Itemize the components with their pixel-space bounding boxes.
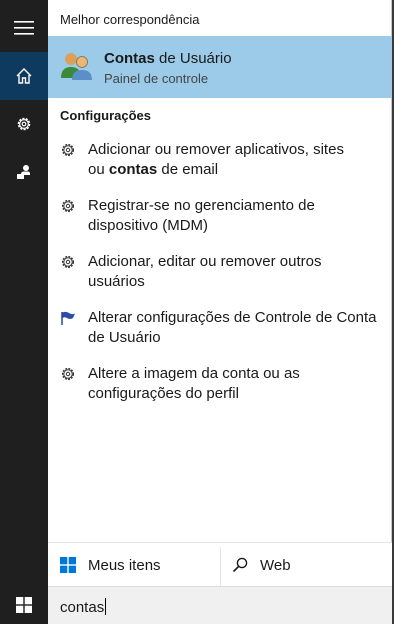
start-button[interactable] — [0, 586, 48, 624]
windows-logo-icon — [16, 597, 32, 613]
search-results-panel: Melhor correspondência Contas de Usuário… — [48, 0, 392, 586]
text-caret — [105, 598, 107, 615]
search-scope-tabs: Meus itens Web — [48, 542, 392, 587]
result-line-1: Adicionar ou remover aplicativos, sites — [88, 141, 344, 158]
web-label: Web — [260, 556, 291, 574]
settings-header: Configurações — [60, 108, 152, 123]
best-match-title: Contas de Usuário — [104, 50, 232, 67]
home-button[interactable] — [0, 52, 48, 100]
search-input-value: contas — [60, 598, 107, 616]
my-items-tab[interactable]: Meus itens — [60, 543, 161, 587]
home-icon — [16, 68, 32, 84]
feedback-icon — [17, 165, 30, 179]
search-icon — [232, 557, 248, 573]
left-rail — [0, 0, 48, 624]
settings-result-item[interactable]: Altere a imagem da conta ou as configura… — [48, 364, 392, 408]
best-match-result[interactable]: Contas de Usuário Painel de controle — [48, 36, 392, 98]
gear-icon — [61, 367, 75, 381]
result-line-2: de Usuário — [88, 329, 161, 346]
tab-divider — [220, 547, 221, 587]
flag-icon — [61, 311, 75, 325]
settings-result-item[interactable]: Alterar configurações de Controle de Con… — [48, 308, 392, 352]
gear-icon — [61, 143, 75, 157]
settings-result-item[interactable]: Registrar-se no gerenciamento de disposi… — [48, 196, 392, 240]
result-line-1: Alterar configurações de Controle de Con… — [88, 309, 377, 326]
result-line-1: Adicionar, editar ou remover outros — [88, 253, 322, 270]
my-items-label: Meus itens — [88, 556, 161, 574]
result-line-2: dispositivo (MDM) — [88, 217, 209, 234]
hamburger-menu-icon — [14, 21, 34, 35]
result-line-2: usuários — [88, 273, 145, 290]
feedback-button[interactable] — [0, 148, 48, 196]
hamburger-menu-button[interactable] — [0, 4, 48, 52]
web-tab[interactable]: Web — [232, 543, 291, 587]
settings-result-item[interactable]: Adicionar ou remover aplicativos, sites … — [48, 140, 392, 184]
best-match-subtitle: Painel de controle — [104, 71, 209, 86]
result-line-1: Altere a imagem da conta ou as — [88, 365, 300, 382]
result-line-2: ou contas de email — [88, 161, 219, 178]
gear-icon — [61, 255, 75, 269]
user-accounts-icon — [61, 53, 92, 80]
best-match-header: Melhor correspondência — [60, 12, 200, 27]
gear-icon — [17, 117, 31, 131]
search-input[interactable]: contas — [48, 586, 392, 624]
result-line-1: Registrar-se no gerenciamento de — [88, 197, 315, 214]
result-line-2: configurações do perfil — [88, 385, 239, 402]
windows-logo-icon — [60, 557, 76, 573]
settings-result-item[interactable]: Adicionar, editar ou remover outros usuá… — [48, 252, 392, 296]
settings-button[interactable] — [0, 100, 48, 148]
gear-icon — [61, 199, 75, 213]
